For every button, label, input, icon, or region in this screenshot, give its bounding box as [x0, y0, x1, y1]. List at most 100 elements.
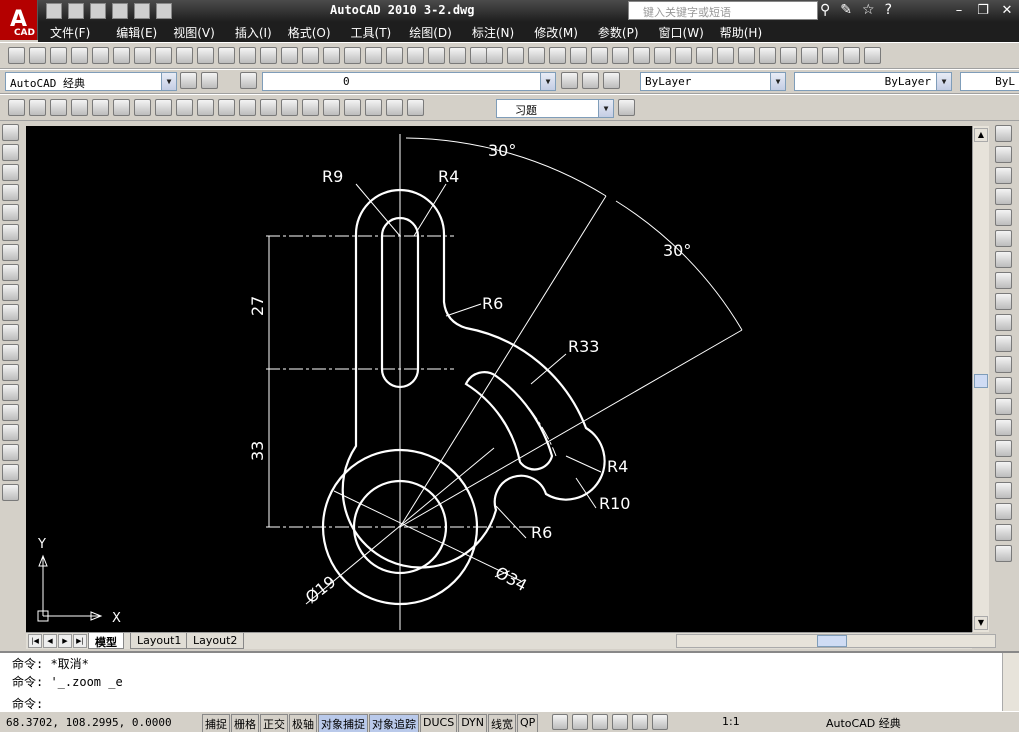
tab-model[interactable]: 模型	[88, 633, 124, 649]
zoom-status-icon[interactable]	[612, 714, 628, 730]
menu-parametric[interactable]: 参数(P)	[598, 22, 639, 42]
offset-icon[interactable]	[995, 188, 1012, 205]
join-icon[interactable]	[995, 398, 1012, 415]
copy-icon[interactable]	[155, 47, 172, 64]
zoom-previous-icon[interactable]	[801, 47, 818, 64]
new-icon[interactable]	[8, 47, 25, 64]
zoom-window-icon[interactable]	[780, 47, 797, 64]
minimize-icon[interactable]: –	[947, 0, 971, 22]
jogged-linear-icon[interactable]	[344, 99, 361, 116]
explode-icon[interactable]	[995, 461, 1012, 478]
pan-status-icon[interactable]	[592, 714, 608, 730]
match-properties-icon[interactable]	[675, 47, 692, 64]
toggle-polar[interactable]: 极轴	[289, 714, 317, 732]
tab-next-icon[interactable]: ▶	[58, 634, 72, 648]
chevron-down-icon[interactable]: ▼	[161, 73, 176, 90]
break-icon[interactable]	[995, 377, 1012, 394]
dim-break-icon[interactable]	[260, 99, 277, 116]
angular-dim-icon[interactable]	[155, 99, 172, 116]
undo-icon[interactable]	[112, 3, 128, 19]
help-icon[interactable]: ?	[885, 2, 892, 18]
rotate-icon[interactable]	[995, 251, 1012, 268]
copy-icon[interactable]	[633, 47, 650, 64]
toggle-lineweight[interactable]: 线宽	[488, 714, 517, 732]
trim-icon[interactable]	[995, 314, 1012, 331]
region-icon[interactable]	[2, 444, 19, 461]
workspace-select[interactable]: AutoCAD 经典 ▼	[5, 72, 177, 91]
toggle-ortho[interactable]: 正交	[260, 714, 288, 732]
break-at-point-icon[interactable]	[995, 356, 1012, 373]
drawing-area[interactable]: 30° 30° R9 R4 R6 R33 R4 R10 R6 27 33 Ø19…	[26, 126, 972, 632]
cut-icon[interactable]	[134, 47, 151, 64]
save-icon[interactable]	[528, 47, 545, 64]
spline-icon[interactable]	[2, 284, 19, 301]
tolerance-icon[interactable]	[281, 99, 298, 116]
polyline-icon[interactable]	[2, 164, 19, 181]
toggle-dyn[interactable]: DYN	[458, 714, 488, 732]
toggle-grid[interactable]: 栅格	[231, 714, 259, 732]
continue-dim-icon[interactable]	[218, 99, 235, 116]
toggle-osnap[interactable]: 对象捕捉	[318, 714, 368, 732]
move-icon[interactable]	[995, 230, 1012, 247]
point-icon[interactable]	[2, 384, 19, 401]
workspace-settings-icon[interactable]	[180, 72, 197, 89]
horizontal-scrollbar[interactable]	[676, 634, 996, 648]
toggle-ducs[interactable]: DUCS	[420, 714, 458, 732]
chamfer-icon[interactable]	[995, 419, 1012, 436]
dim-style-manager-icon[interactable]	[618, 99, 635, 116]
new-file-icon[interactable]	[46, 3, 62, 19]
dimstyle-select[interactable]: 习题 ▼	[496, 99, 614, 118]
redo-icon[interactable]	[134, 3, 150, 19]
design-center-icon[interactable]	[843, 47, 860, 64]
paste-icon[interactable]	[654, 47, 671, 64]
linear-dim-icon[interactable]	[8, 99, 25, 116]
publish-icon[interactable]	[591, 47, 608, 64]
pan-icon[interactable]	[738, 47, 755, 64]
inspection-icon[interactable]	[323, 99, 340, 116]
insert-block-icon[interactable]	[2, 344, 19, 361]
print-icon[interactable]	[549, 47, 566, 64]
draworder-above-icon[interactable]	[995, 524, 1012, 541]
menu-tools[interactable]: 工具(T)	[351, 22, 392, 42]
menu-dimension[interactable]: 标注(N)	[472, 22, 514, 42]
showmotion-icon[interactable]	[652, 714, 668, 730]
print-preview-icon[interactable]	[92, 47, 109, 64]
tab-last-icon[interactable]: ▶|	[73, 634, 87, 648]
search-input[interactable]: 键入关键字或短语	[628, 1, 818, 20]
line-icon[interactable]	[2, 124, 19, 141]
app-menu-button[interactable]: A CAD	[0, 0, 38, 40]
tools-icon[interactable]: ✎	[840, 2, 852, 18]
chevron-down-icon[interactable]: ▼	[770, 73, 785, 90]
chevron-down-icon[interactable]: ▼	[598, 100, 613, 117]
pan-icon[interactable]	[260, 47, 277, 64]
undo-icon[interactable]	[218, 47, 235, 64]
scroll-down-icon[interactable]: ▼	[974, 616, 988, 630]
draworder-back-icon[interactable]	[995, 503, 1012, 520]
calculator-icon[interactable]	[449, 47, 466, 64]
array-icon[interactable]	[995, 209, 1012, 226]
jogged-dim-icon[interactable]	[113, 99, 130, 116]
gradient-icon[interactable]	[2, 424, 19, 441]
match-properties-icon[interactable]	[197, 47, 214, 64]
ellipse-arc-icon[interactable]	[2, 324, 19, 341]
lineweight-select[interactable]: ByL	[960, 72, 1019, 91]
tool-palettes-icon[interactable]	[386, 47, 403, 64]
hatch-icon[interactable]	[2, 404, 19, 421]
menu-edit[interactable]: 编辑(E)	[116, 22, 157, 42]
workspace-save-icon[interactable]	[201, 72, 218, 89]
ordinate-dim-icon[interactable]	[71, 99, 88, 116]
construction-line-icon[interactable]	[2, 144, 19, 161]
revcloud-icon[interactable]	[2, 264, 19, 281]
undo-icon[interactable]	[696, 47, 713, 64]
close-icon[interactable]: ✕	[995, 0, 1019, 22]
arc-length-icon[interactable]	[50, 99, 67, 116]
circle-icon[interactable]	[2, 244, 19, 261]
toggle-qp[interactable]: QP	[517, 714, 539, 732]
toggle-otrack[interactable]: 对象追踪	[369, 714, 419, 732]
menu-draw[interactable]: 绘图(D)	[409, 22, 452, 42]
open-file-icon[interactable]	[68, 3, 84, 19]
copy-object-icon[interactable]	[995, 146, 1012, 163]
draworder-front-icon[interactable]	[995, 482, 1012, 499]
menu-help[interactable]: 帮助(H)	[720, 22, 762, 42]
restore-icon[interactable]: ❐	[971, 0, 995, 22]
